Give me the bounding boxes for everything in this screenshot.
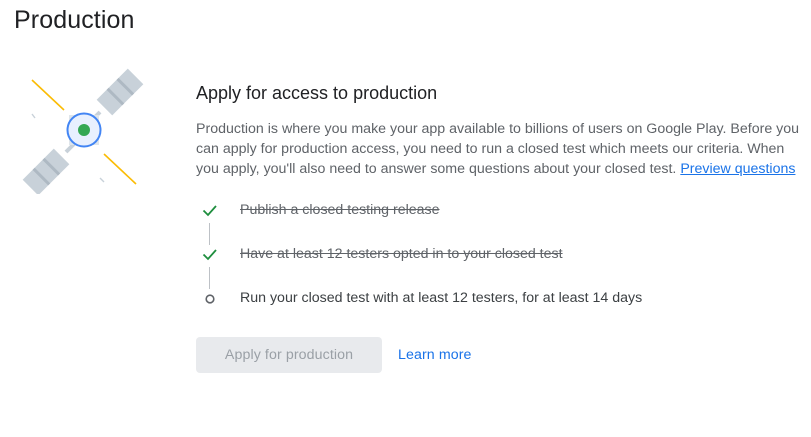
production-page: Production Apply for access to productio…: [0, 0, 811, 437]
check-icon: [202, 205, 217, 217]
actions-row: Apply for production Learn more: [196, 337, 472, 373]
learn-more-link[interactable]: Learn more: [398, 347, 472, 363]
apply-for-production-button[interactable]: Apply for production: [196, 337, 382, 373]
checklist-item-label: Run your closed test with at least 12 te…: [240, 290, 643, 306]
card-heading: Apply for access to production: [196, 83, 438, 103]
page-title: Production: [14, 6, 135, 34]
empty-circle-icon: [205, 294, 215, 304]
check-icon: [202, 249, 217, 261]
apply-access-card: Apply for access to production Productio…: [196, 82, 808, 179]
description-line: you apply, you'll also need to answer so…: [196, 159, 808, 179]
card-description: Production is where you make your app av…: [196, 119, 808, 179]
satellite-illustration: [20, 68, 146, 196]
description-line-text: you apply, you'll also need to answer so…: [196, 161, 677, 177]
requirements-checklist: Publish a closed testing release Have at…: [196, 198, 796, 318]
satellite-icon: [22, 68, 144, 196]
preview-questions-link[interactable]: Preview questions: [680, 161, 795, 177]
description-line: can apply for production access, you nee…: [196, 141, 785, 157]
checklist-item-label: Have at least 12 testers opted in to you…: [240, 246, 563, 262]
description-line: Production is where you make your app av…: [196, 121, 800, 137]
checklist-item-label: Publish a closed testing release: [240, 202, 440, 218]
